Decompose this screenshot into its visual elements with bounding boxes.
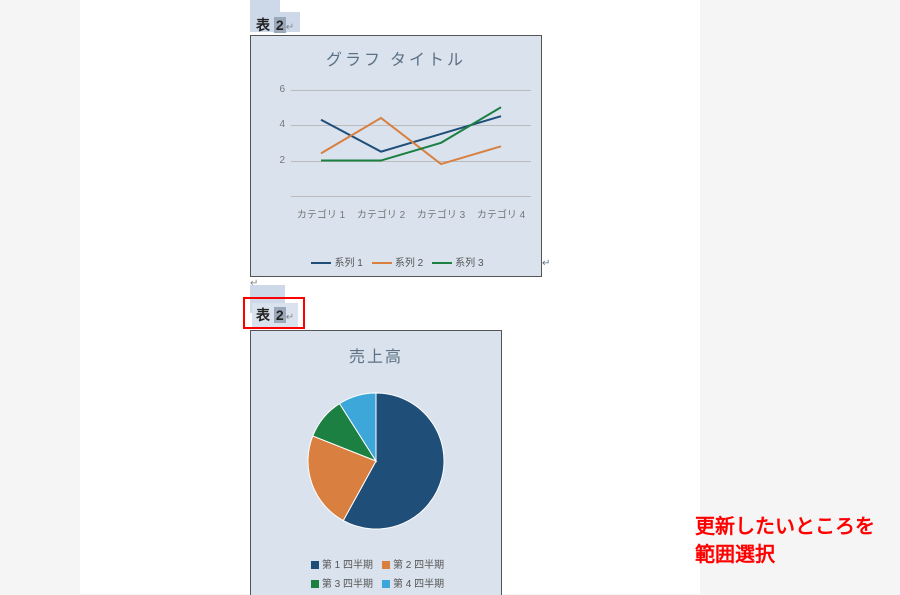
- legend-item: 第 3 四半期: [308, 575, 373, 594]
- legend-item: 第 2 四半期: [379, 556, 444, 575]
- legend-item: 系列 3: [429, 254, 483, 269]
- paragraph-mark-icon: ↵: [286, 312, 294, 323]
- line-plot-svg: [251, 36, 541, 276]
- x-tick-label: カテゴリ 1: [291, 206, 351, 221]
- caption-field-number: 2: [274, 17, 286, 33]
- legend-item: 系列 2: [369, 254, 423, 269]
- x-tick-label: カテゴリ 4: [471, 206, 531, 221]
- x-tick-label: カテゴリ 3: [411, 206, 471, 221]
- legend-item: 系列 1: [308, 254, 362, 269]
- pie-chart[interactable]: 売上高 第 1 四半期第 2 四半期第 3 四半期第 4 四半期: [250, 330, 502, 595]
- caption-field-number: 2: [274, 307, 286, 323]
- x-tick-label: カテゴリ 2: [351, 206, 411, 221]
- selection-region: [250, 0, 280, 12]
- caption-prefix: 表: [256, 307, 270, 323]
- document-page: 表 2↵ グラフ タイトル 246 カテゴリ 1カテゴリ 2カテゴリ 3カテゴリ…: [80, 0, 700, 594]
- note-line-2: 範囲選択: [695, 544, 775, 566]
- caption-2[interactable]: 表 2↵: [252, 303, 298, 327]
- pie-legend: 第 1 四半期第 2 四半期第 3 四半期第 4 四半期: [251, 556, 501, 594]
- annotation-note: 更新したいところを 範囲選択: [695, 513, 875, 569]
- caption-1[interactable]: 表 2↵: [252, 13, 298, 37]
- line-legend: 系列 1 系列 2 系列 3: [251, 254, 541, 269]
- legend-item: 第 4 四半期: [379, 575, 444, 594]
- note-line-1: 更新したいところを: [695, 516, 875, 538]
- paragraph-mark-icon: ↵: [250, 278, 258, 289]
- caption-prefix: 表: [256, 17, 270, 33]
- legend-item: 第 1 四半期: [308, 556, 373, 575]
- paragraph-mark-icon: ↵: [286, 22, 294, 33]
- paragraph-mark-icon: ↵: [542, 258, 550, 269]
- line-chart[interactable]: グラフ タイトル 246 カテゴリ 1カテゴリ 2カテゴリ 3カテゴリ 4 系列…: [250, 35, 542, 277]
